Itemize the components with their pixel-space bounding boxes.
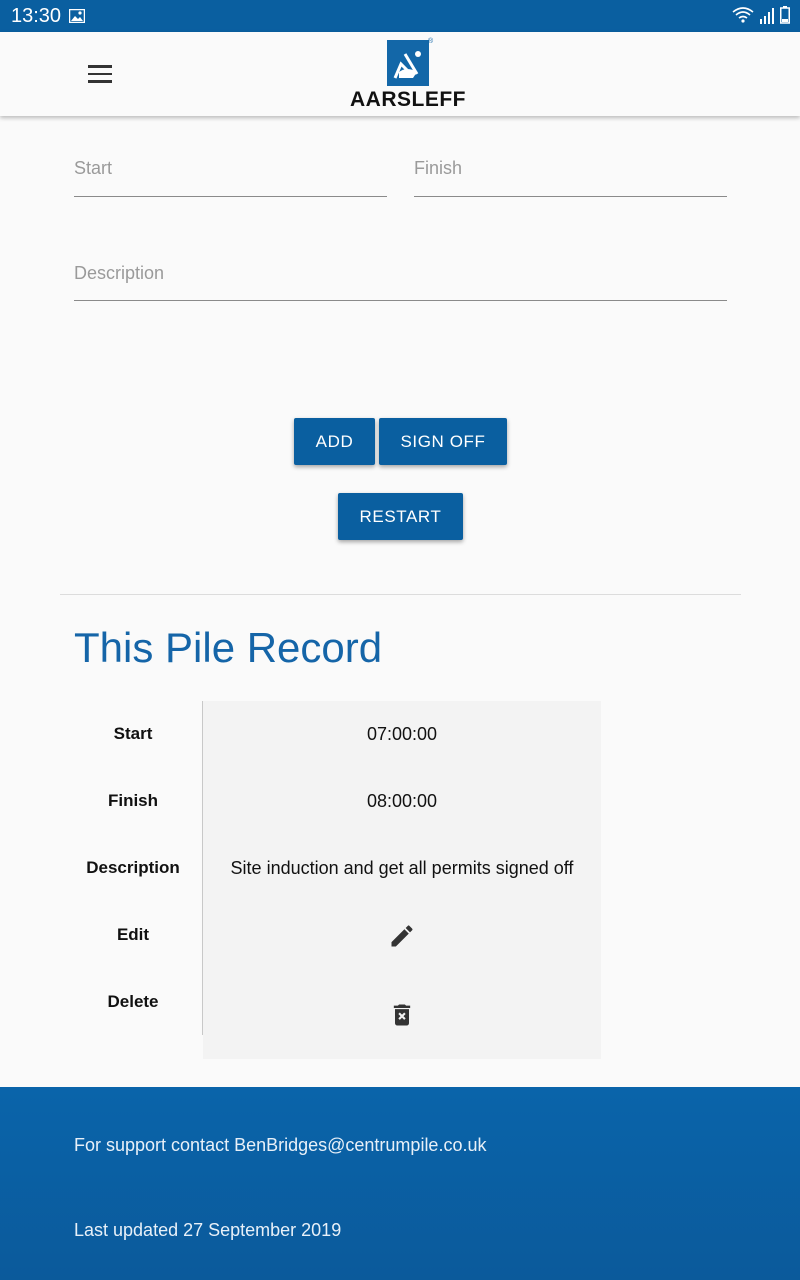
pencil-icon[interactable] — [388, 922, 416, 950]
label-finish: Finish — [107, 791, 159, 810]
logo-wordmark: AARSLEFF — [350, 88, 466, 111]
status-time: 13:30 — [11, 5, 62, 27]
last-updated-text: Last updated 27 September 2019 — [74, 1220, 342, 1240]
value-finish: 08:00:00 — [366, 791, 438, 811]
label-delete: Delete — [107, 992, 159, 1011]
app-bar: ® AARSLEFF — [0, 32, 800, 116]
trash-icon[interactable] — [388, 1001, 416, 1029]
logo-registered: ® — [428, 38, 434, 45]
finish-field — [414, 153, 727, 197]
footer: For support contact BenBridges@centrumpi… — [0, 1087, 800, 1280]
section-divider — [60, 594, 741, 595]
status-bar: 13:30 — [0, 0, 800, 32]
record-values: 07:00:00 08:00:00 Site induction and get… — [203, 701, 601, 1059]
value-description: Site induction and get all permits signe… — [230, 858, 574, 878]
support-text: For support contact BenBridges@centrumpi… — [74, 1135, 487, 1155]
description-input[interactable] — [74, 258, 727, 288]
logo-mark — [387, 40, 429, 86]
add-button[interactable]: ADD — [294, 418, 375, 465]
start-input[interactable] — [74, 153, 387, 183]
menu-icon[interactable] — [88, 65, 112, 83]
value-start: 07:00:00 — [366, 724, 438, 744]
battery-icon — [780, 6, 790, 29]
finish-input[interactable] — [414, 153, 727, 183]
aarsleff-logo: ® AARSLEFF — [346, 38, 470, 112]
label-start: Start — [113, 724, 153, 743]
gallery-icon — [68, 8, 86, 28]
restart-button[interactable]: RESTART — [338, 493, 463, 540]
start-field — [74, 153, 387, 197]
wifi-icon — [732, 6, 754, 29]
sign-off-button[interactable]: SIGN OFF — [379, 418, 507, 465]
record-title: This Pile Record — [74, 624, 383, 671]
label-description: Description — [86, 858, 180, 877]
description-field — [74, 258, 727, 301]
signal-icon — [760, 8, 774, 29]
label-edit: Edit — [116, 925, 150, 944]
